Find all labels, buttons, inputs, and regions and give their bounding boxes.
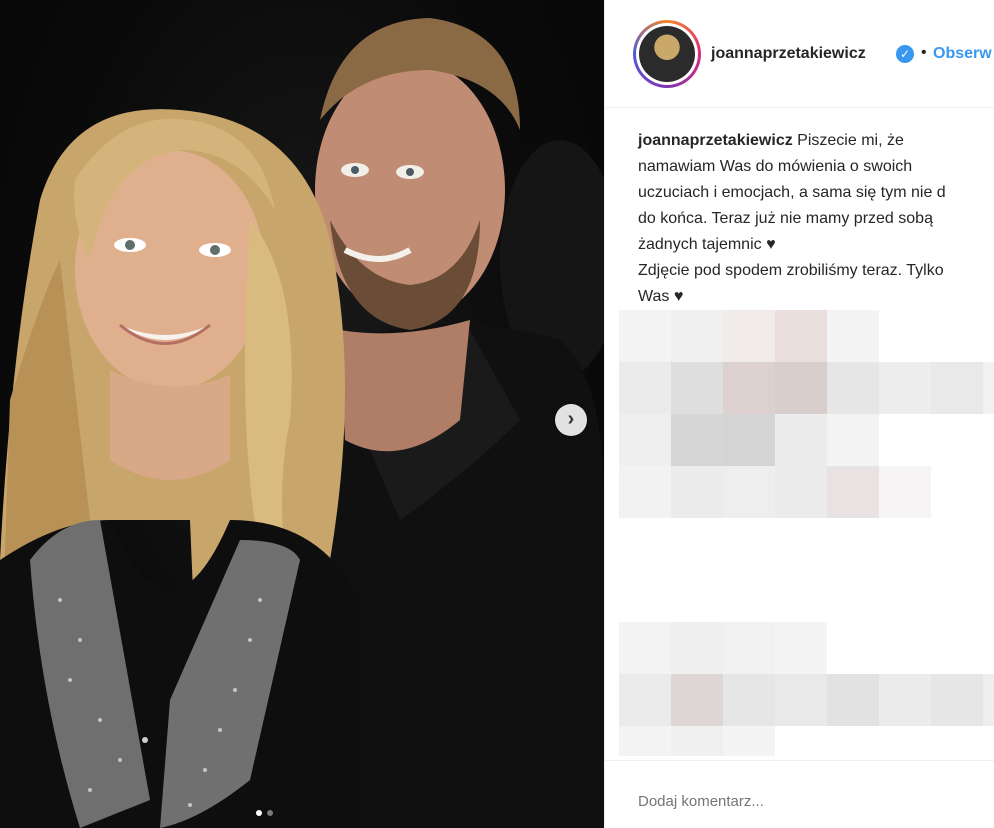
- caption-line: uczuciach i emocjach, a sama się tym nie…: [638, 184, 946, 201]
- caption-line: Zdjęcie pod spodem zrobiliśmy teraz. Tyl…: [638, 262, 944, 279]
- chevron-right-icon: ›: [567, 408, 575, 430]
- post-side-panel: joannaprzetakiewicz ✓ • Obserw joannaprz…: [604, 0, 994, 828]
- comment-input[interactable]: [638, 793, 968, 810]
- follow-button[interactable]: Obserw: [933, 45, 992, 63]
- carousel-dot-active: [256, 810, 262, 816]
- post-photo[interactable]: ›: [0, 0, 604, 828]
- caption-line: żadnych tajemnic ♥: [638, 236, 776, 253]
- post-caption: joannaprzetakiewicz Piszecie mi, że nama…: [638, 128, 994, 310]
- caption-line: namawiam Was do mówienia o swoich: [638, 158, 913, 175]
- caption-line: joannaprzetakiewicz Piszecie mi, że: [638, 132, 904, 149]
- caption-username-link[interactable]: joannaprzetakiewicz: [638, 132, 793, 149]
- photo-illustration: [0, 18, 604, 828]
- avatar: [639, 26, 695, 82]
- next-slide-button[interactable]: ›: [555, 404, 587, 436]
- separator-dot: •: [921, 44, 927, 61]
- carousel-indicator: [256, 810, 273, 816]
- carousel-dot: [267, 810, 273, 816]
- caption-line: do końca. Teraz już nie mamy przed sobą: [638, 210, 933, 227]
- comment-bar: [605, 760, 994, 828]
- story-ring[interactable]: [633, 20, 701, 88]
- verified-badge-icon: ✓: [896, 45, 914, 63]
- username-link[interactable]: joannaprzetakiewicz: [711, 45, 866, 63]
- post-header: joannaprzetakiewicz ✓ • Obserw: [605, 0, 994, 108]
- caption-line: Was ♥: [638, 288, 684, 305]
